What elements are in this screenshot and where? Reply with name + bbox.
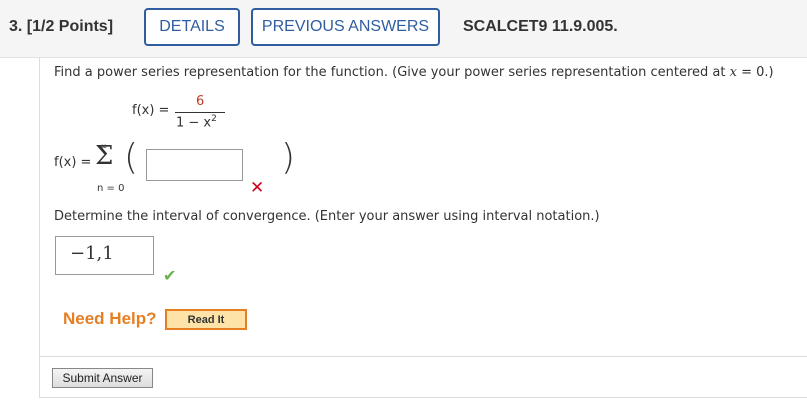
part2-prompt: Determine the interval of convergence. (… (54, 209, 600, 224)
series-lhs: f(x) = (54, 155, 92, 170)
sum-lower-limit: n = 0 (97, 183, 125, 194)
details-button[interactable]: DETAILS (144, 8, 240, 46)
fraction-numerator: 6 (196, 94, 205, 109)
fraction-denominator: 1 − x2 (176, 114, 217, 131)
submit-answer-button[interactable]: Submit Answer (52, 368, 153, 388)
part1-prompt: Find a power series representation for t… (54, 65, 774, 80)
interval-answer-input[interactable]: −1,1 (55, 236, 154, 275)
sigma-symbol: Σ (95, 141, 114, 171)
left-paren: ( (124, 137, 139, 178)
series-answer-input[interactable] (146, 149, 243, 181)
divider (39, 356, 807, 357)
question-number: 3. [1/2 Points] (9, 18, 114, 35)
previous-answers-button[interactable]: PREVIOUS ANSWERS (251, 8, 440, 46)
problem-code: SCALCET9 11.9.005. (463, 18, 618, 35)
right-paren: ) (281, 137, 296, 178)
correct-check-icon: ✔ (163, 266, 177, 285)
read-it-button[interactable]: Read It (165, 309, 247, 330)
function-lhs: f(x) = (132, 103, 170, 118)
fraction-bar (175, 112, 225, 113)
incorrect-x-icon: ✕ (250, 178, 265, 198)
question-header: 3. [1/2 Points] DETAILS PREVIOUS ANSWERS… (0, 0, 807, 58)
need-help-label: Need Help? (63, 309, 157, 328)
